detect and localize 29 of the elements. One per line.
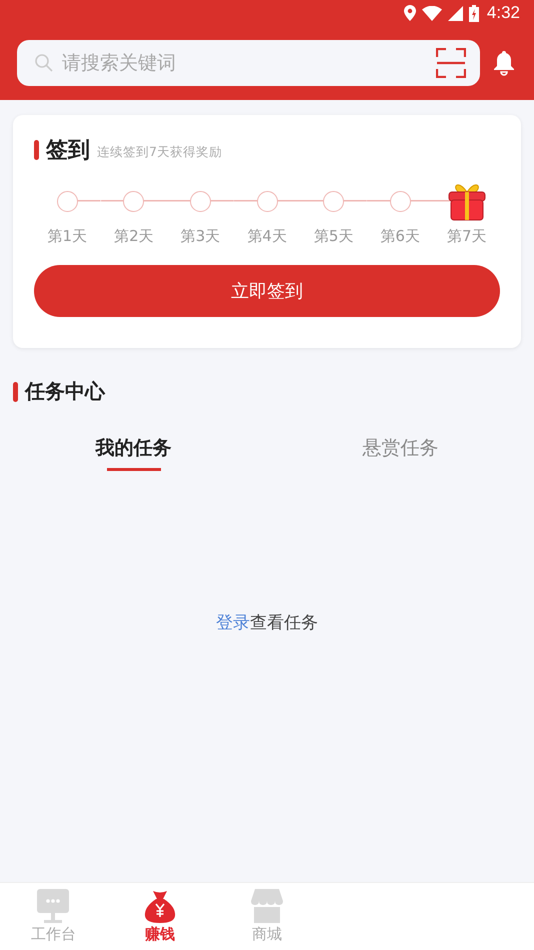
nav-label[interactable]: 商城: [252, 925, 282, 944]
day-label: 第1天: [48, 227, 88, 246]
section-title: 任务中心: [25, 378, 105, 405]
card-subtitle: 连续签到7天获得奖励: [97, 144, 222, 160]
day-label: 第6天: [380, 227, 420, 246]
signal-icon: [448, 6, 463, 20]
checkin-button[interactable]: 立即签到: [34, 265, 500, 317]
day-label: 第3天: [180, 227, 220, 246]
card-title: 签到: [46, 137, 90, 165]
scan-icon[interactable]: [436, 48, 466, 78]
search-input[interactable]: 请搜索关键词: [62, 52, 428, 74]
task-tab[interactable]: 悬赏任务: [267, 435, 534, 471]
search-icon: [34, 53, 54, 73]
nav-label[interactable]: 赚钱: [145, 925, 176, 944]
day-label: 第5天: [314, 227, 354, 246]
nav-label[interactable]: 工作台: [30, 925, 76, 944]
day-label: 第2天: [114, 227, 154, 246]
empty-message: 查看任务: [250, 613, 318, 633]
battery-icon: [468, 4, 479, 22]
search-field[interactable]: 请搜索关键词: [17, 40, 480, 86]
accent-bar: [34, 140, 39, 160]
day-label: 第4天: [247, 227, 287, 246]
location-icon: [404, 5, 416, 21]
wifi-icon: [422, 6, 442, 20]
login-link[interactable]: 登录: [216, 613, 250, 633]
bell-icon[interactable]: [493, 50, 515, 76]
day-label: 第7天: [446, 227, 487, 246]
accent-bar: [13, 382, 18, 402]
status-time: 4:32: [486, 3, 520, 23]
